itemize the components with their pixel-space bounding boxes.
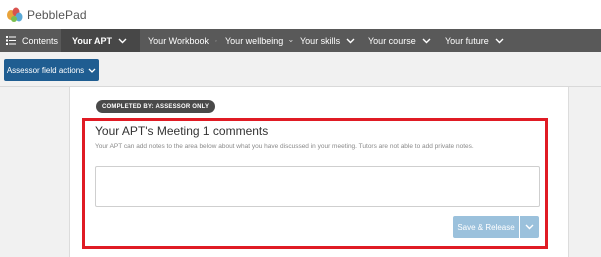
save-release-label: Save & Release bbox=[457, 222, 515, 232]
nav-your-course[interactable]: Your course bbox=[361, 29, 438, 52]
save-release-button[interactable]: Save & Release bbox=[453, 216, 519, 238]
chevron-down-icon bbox=[346, 38, 355, 43]
chevron-down-icon bbox=[525, 224, 534, 230]
nav-your-wellbeing[interactable]: Your wellbeing bbox=[217, 29, 293, 52]
list-icon bbox=[6, 36, 16, 45]
nav-contents-label: Contents bbox=[22, 35, 59, 46]
nav-your-workbook[interactable]: Your Workbook bbox=[140, 29, 217, 52]
section-description: Your APT can add notes to the area below… bbox=[95, 143, 474, 150]
nav-your-future[interactable]: Your future bbox=[438, 29, 517, 52]
chevron-down-icon bbox=[495, 38, 504, 43]
assessor-field-actions-label: Assessor field actions bbox=[6, 65, 85, 75]
nav-contents[interactable]: Contents bbox=[0, 29, 61, 52]
logo-text: PebblePad bbox=[27, 7, 87, 22]
save-options-dropdown[interactable] bbox=[520, 216, 539, 238]
top-bar: PebblePad bbox=[0, 0, 601, 29]
nav-your-wellbeing-label: Your wellbeing bbox=[225, 35, 284, 46]
nav-your-course-label: Your course bbox=[368, 35, 416, 46]
main-nav: Contents Your APT Your Workbook Your wel… bbox=[0, 29, 601, 52]
notes-textarea[interactable] bbox=[95, 166, 540, 207]
nav-your-apt[interactable]: Your APT bbox=[61, 29, 140, 52]
completed-by-badge: COMPLETED BY: ASSESSOR ONLY bbox=[96, 100, 216, 113]
chevron-down-icon bbox=[118, 38, 127, 43]
chevron-down-icon bbox=[422, 38, 431, 43]
nav-your-future-label: Your future bbox=[445, 35, 489, 46]
nav-your-skills-label: Your skills bbox=[300, 35, 341, 46]
pebblepad-logo[interactable]: PebblePad bbox=[6, 6, 87, 23]
chevron-down-icon bbox=[88, 68, 96, 73]
nav-your-apt-label: Your APT bbox=[72, 35, 112, 46]
nav-your-skills[interactable]: Your skills bbox=[293, 29, 361, 52]
section-title: Your APT's Meeting 1 comments bbox=[95, 124, 269, 138]
pebble-logo-icon bbox=[7, 7, 23, 22]
nav-your-workbook-label: Your Workbook bbox=[148, 35, 210, 46]
assessor-field-actions-button[interactable]: Assessor field actions bbox=[4, 59, 99, 81]
